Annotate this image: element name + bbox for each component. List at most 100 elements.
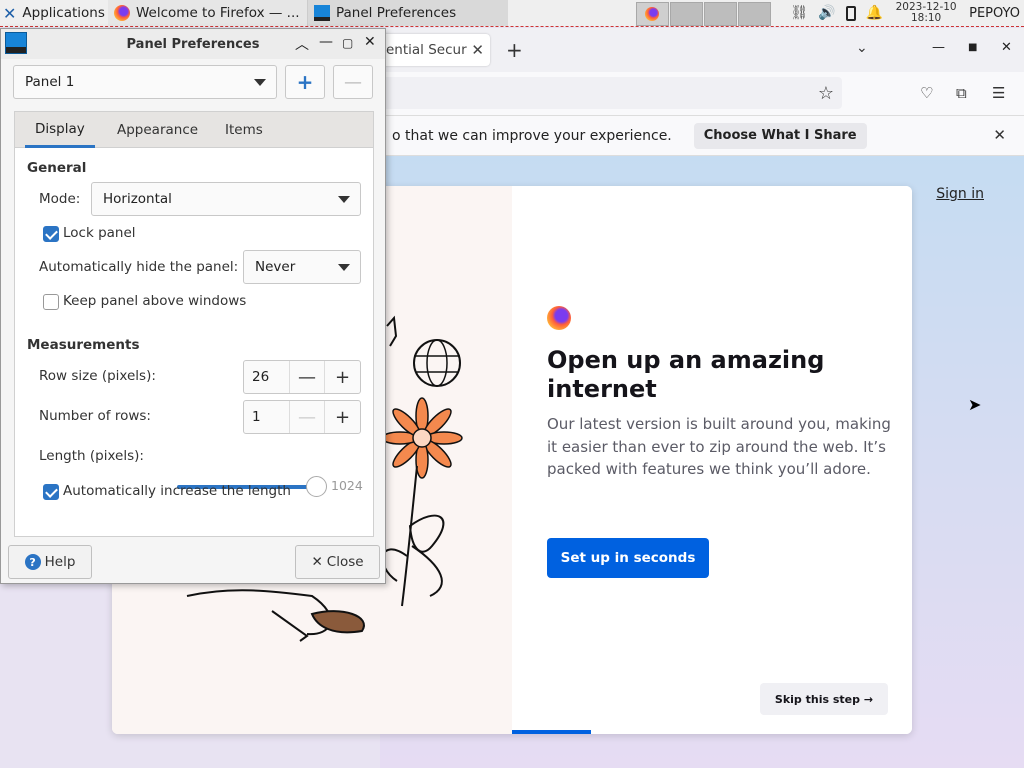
taskbar-firefox-button[interactable]: Welcome to Firefox — ... <box>108 0 308 26</box>
panel-select[interactable]: Panel 1 <box>13 65 277 99</box>
tab-bar: Display Appearance Items <box>15 112 373 148</box>
measurements-section-title: Measurements <box>27 337 140 353</box>
dropdown-caret-icon <box>338 264 350 271</box>
dropdown-caret-icon <box>254 79 266 86</box>
welcome-content: Open up an amazing internet Our latest v… <box>512 186 912 734</box>
length-label: Length (pixels): <box>39 448 144 464</box>
network-icon[interactable]: ⛓ <box>790 5 808 21</box>
tab-close-icon[interactable]: ✕ <box>471 41 484 59</box>
close-button[interactable]: ✕ Close <box>295 545 380 579</box>
row-size-increase-button[interactable]: + <box>325 361 360 393</box>
close-icon[interactable]: ✕ <box>364 34 376 50</box>
length-value: 1024 <box>331 478 363 493</box>
top-panel: ✕ Applications Welcome to Firefox — ... … <box>0 0 1024 27</box>
welcome-page: Sign in Open up an amazing internet Our … <box>112 156 1024 768</box>
mode-select-value: Horizontal <box>103 191 172 207</box>
sign-in-link[interactable]: Sign in <box>936 186 984 202</box>
firefox-window: ential Secur ✕ + ⌄ — ■ ✕ ☆ ♡ ⧉ ☰ o that … <box>112 28 1024 768</box>
hamburger-menu-icon[interactable]: ☰ <box>992 84 1005 102</box>
choose-what-i-share-button[interactable]: Choose What I Share <box>693 122 867 149</box>
rows-label: Number of rows: <box>39 408 151 424</box>
autohide-select[interactable]: Never <box>243 250 361 284</box>
auto-increase-label[interactable]: Automatically increase the length <box>63 483 291 499</box>
mouse-cursor-icon: ➤ <box>968 395 982 414</box>
data-notice-bar: o that we can improve your experience. C… <box>380 116 1024 156</box>
firefox-logo-icon <box>547 306 571 330</box>
rows-increase-button[interactable]: + <box>325 401 360 433</box>
system-tray: ⛓ 🔊 🔔 2023-12-10 18:10 PEPOYO <box>790 0 1024 26</box>
close-icon[interactable]: ✕ <box>1001 40 1012 55</box>
row-size-decrease-button[interactable]: — <box>290 361 325 393</box>
rows-decrease-button[interactable]: — <box>290 401 325 433</box>
battery-icon[interactable] <box>845 5 856 21</box>
firefox-icon <box>114 5 130 21</box>
plus-icon: + <box>296 70 314 94</box>
minimize-icon[interactable]: — <box>932 40 945 55</box>
row-size-value[interactable]: 26 <box>244 361 290 393</box>
maximize-icon[interactable]: ▢ <box>342 36 353 50</box>
remove-panel-button[interactable]: — <box>333 65 373 99</box>
firefox-tab-strip: ential Secur ✕ + ⌄ — ■ ✕ <box>380 28 1024 72</box>
autohide-select-value: Never <box>255 259 296 275</box>
welcome-body: Our latest version is built around you, … <box>547 415 891 478</box>
mode-select[interactable]: Horizontal <box>91 182 361 216</box>
welcome-headline: Open up an amazing internet <box>547 346 825 403</box>
row-size-spinbutton[interactable]: 26 — + <box>243 360 361 394</box>
dropdown-caret-icon <box>338 196 350 203</box>
user-name[interactable]: PEPOYO <box>969 6 1020 21</box>
skip-step-button[interactable]: Skip this step → <box>760 683 888 715</box>
minimize-icon[interactable]: — <box>319 34 333 50</box>
maximize-icon[interactable]: ■ <box>968 42 977 53</box>
panel-preferences-dialog: Panel Preferences ︿ — ▢ ✕ Panel 1 + — Di… <box>0 28 386 584</box>
clock-time: 18:10 <box>910 12 942 24</box>
extensions-icon[interactable]: ⧉ <box>956 84 967 102</box>
help-button[interactable]: ? Help <box>8 545 92 579</box>
taskbar-panel-preferences-button[interactable]: Panel Preferences <box>308 0 508 26</box>
applications-menu[interactable]: ✕ Applications <box>0 0 108 26</box>
pocket-icon[interactable]: ♡ <box>920 84 933 102</box>
tab-display[interactable]: Display <box>25 112 95 148</box>
lock-panel-checkbox[interactable] <box>43 226 59 242</box>
auto-increase-checkbox[interactable] <box>43 484 59 500</box>
autohide-label: Automatically hide the panel: <box>39 259 239 275</box>
rows-spinbutton[interactable]: 1 — + <box>243 400 361 434</box>
notice-close-icon[interactable]: ✕ <box>993 126 1006 144</box>
length-slider-handle[interactable] <box>306 476 327 497</box>
chevron-down-icon[interactable]: ⌄ <box>856 40 868 56</box>
clock[interactable]: 2023-12-10 18:10 <box>893 2 959 24</box>
url-bar[interactable]: ☆ <box>380 77 842 109</box>
taskbar-panel-preferences-label: Panel Preferences <box>336 5 457 21</box>
add-panel-button[interactable]: + <box>285 65 325 99</box>
close-button-label: Close <box>326 554 364 570</box>
shade-icon[interactable]: ︿ <box>295 34 309 54</box>
workspace-2[interactable] <box>670 2 703 26</box>
tab-appearance[interactable]: Appearance <box>107 112 208 148</box>
workspace-3[interactable] <box>704 2 737 26</box>
workspace-1[interactable] <box>636 2 669 26</box>
workspace-4[interactable] <box>738 2 771 26</box>
lock-panel-label[interactable]: Lock panel <box>63 225 136 241</box>
bookmark-star-icon[interactable]: ☆ <box>818 83 834 104</box>
general-section-title: General <box>27 160 87 176</box>
workspace-firefox-icon <box>645 7 659 21</box>
panel-select-value: Panel 1 <box>25 74 75 90</box>
preferences-notebook: Display Appearance Items General Mode: H… <box>14 111 374 537</box>
notice-text: o that we can improve your experience. <box>392 127 672 144</box>
panel-preferences-icon <box>5 32 27 54</box>
onboarding-progress <box>512 730 591 734</box>
keep-above-label[interactable]: Keep panel above windows <box>63 293 246 309</box>
firefox-tab-title: ential Secur <box>386 42 467 58</box>
keep-above-checkbox[interactable] <box>43 294 59 310</box>
mode-label: Mode: <box>39 191 81 207</box>
rows-value[interactable]: 1 <box>244 401 290 433</box>
new-tab-icon[interactable]: + <box>506 38 523 62</box>
set-up-button[interactable]: Set up in seconds <box>547 538 709 578</box>
panel-preferences-icon <box>314 5 330 21</box>
firefox-tab[interactable]: ential Secur ✕ <box>380 34 490 66</box>
notification-bell-icon[interactable]: 🔔 <box>866 5 883 21</box>
dialog-titlebar[interactable]: Panel Preferences ︿ — ▢ ✕ <box>1 29 385 59</box>
volume-icon[interactable]: 🔊 <box>818 5 835 21</box>
tab-items[interactable]: Items <box>215 112 273 148</box>
help-icon: ? <box>24 554 41 570</box>
applications-label: Applications <box>22 5 105 21</box>
